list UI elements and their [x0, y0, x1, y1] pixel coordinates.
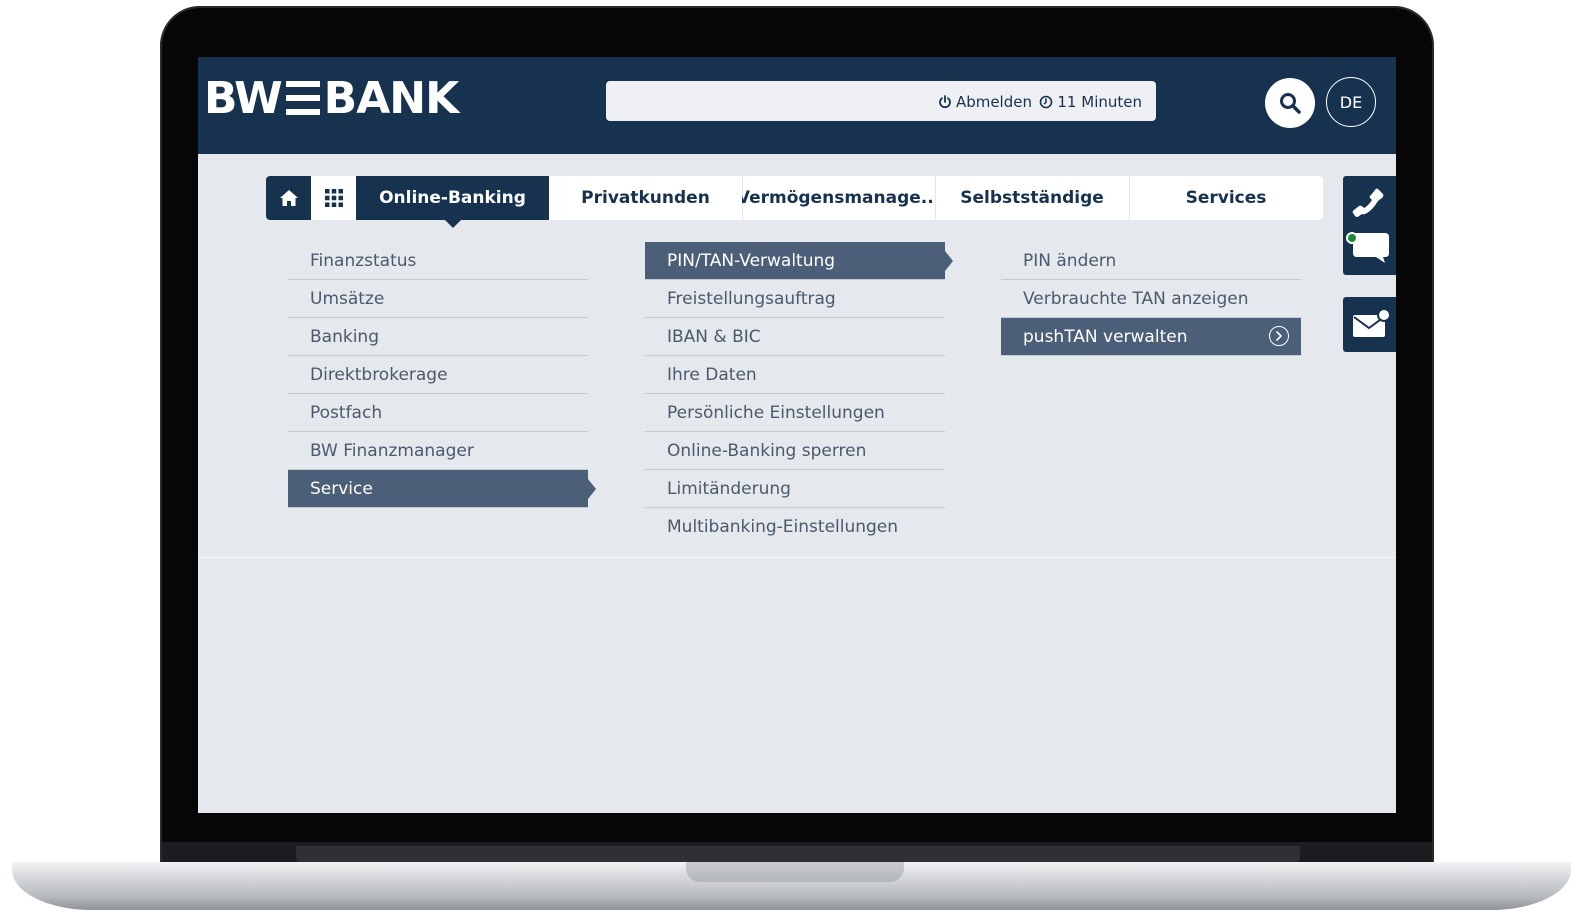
menu-item-banking[interactable]: Banking [288, 318, 588, 356]
menu-item-multibanking-einstellungen[interactable]: Multibanking-Einstellungen [645, 508, 945, 546]
session-timer-label: 11 Minuten [1057, 93, 1142, 111]
menu-item-pin-tan-verwaltung[interactable]: PIN/TAN-Verwaltung [645, 242, 953, 280]
browser-screen: BW BANK Abmelden 11 Minuten DE Online-Ba… [198, 57, 1396, 813]
bw-bank-logo[interactable]: BW BANK [204, 72, 460, 124]
mail-icon [1353, 308, 1391, 337]
search-button[interactable] [1265, 78, 1315, 128]
menu-item-verbrauchte-tan-anzeigen[interactable]: Verbrauchte TAN anzeigen [1001, 280, 1301, 318]
home-button[interactable] [266, 176, 311, 220]
menu-item-postfach[interactable]: Postfach [288, 394, 588, 432]
menu-item-persoenliche-einstellungen[interactable]: Persönliche Einstellungen [645, 394, 945, 432]
menu-item-pushtan-verwalten[interactable]: pushTAN verwalten [1001, 318, 1301, 356]
contact-sidebar[interactable] [1343, 176, 1396, 275]
laptop-hinge [296, 846, 1300, 862]
session-bar: Abmelden 11 Minuten [606, 81, 1156, 121]
tab-selbststaendige[interactable]: Selbstständige [935, 176, 1130, 220]
menu-item-finanzstatus[interactable]: Finanzstatus [288, 242, 588, 280]
menu-item-limitaenderung[interactable]: Limitänderung [645, 470, 945, 508]
menu-item-umsaetze[interactable]: Umsätze [288, 280, 588, 318]
menu-level-1: Finanzstatus Umsätze Banking Direktbroke… [288, 242, 596, 508]
logo-bars-icon [285, 81, 320, 115]
menu-item-pin-aendern[interactable]: PIN ändern [1001, 242, 1301, 280]
clock-icon [1040, 95, 1053, 109]
language-button[interactable]: DE [1326, 77, 1376, 127]
session-timer: 11 Minuten [1039, 93, 1142, 111]
search-icon [1280, 93, 1301, 114]
tab-online-banking[interactable]: Online-Banking [356, 176, 549, 228]
phone-icon [1352, 188, 1384, 217]
menu-divider [198, 557, 1396, 558]
power-icon [939, 95, 951, 109]
home-icon [279, 190, 298, 206]
online-status-indicator [1346, 232, 1358, 244]
tab-privatkunden[interactable]: Privatkunden [549, 176, 743, 220]
logo-text-right: BANK [323, 72, 460, 124]
apps-menu-button[interactable] [311, 176, 356, 220]
menu-level-2: PIN/TAN-Verwaltung Freistellungsauftrag … [645, 242, 953, 546]
logo-text-left: BW [204, 72, 283, 124]
tab-services[interactable]: Services [1129, 176, 1323, 220]
menu-level-3: PIN ändern Verbrauchte TAN anzeigen push… [1001, 242, 1301, 356]
site-header: BW BANK Abmelden 11 Minuten DE [198, 57, 1396, 154]
menu-item-ihre-daten[interactable]: Ihre Daten [645, 356, 945, 394]
menu-item-service[interactable]: Service [288, 470, 596, 508]
menu-item-direktbrokerage[interactable]: Direktbrokerage [288, 356, 588, 394]
apps-grid-icon [324, 189, 343, 207]
logout-button[interactable]: Abmelden [938, 93, 1032, 111]
menu-item-iban-bic[interactable]: IBAN & BIC [645, 318, 945, 356]
main-navigation: Online-Banking Privatkunden Vermögensman… [266, 176, 1323, 228]
laptop-notch [686, 862, 904, 882]
tab-vermoegensmanagement[interactable]: Vermögensmanage... [742, 176, 936, 220]
menu-item-freistellungsauftrag[interactable]: Freistellungsauftrag [645, 280, 945, 318]
chevron-right-circle-icon [1269, 326, 1289, 346]
mail-sidebar[interactable] [1343, 297, 1396, 352]
menu-item-online-banking-sperren[interactable]: Online-Banking sperren [645, 432, 945, 470]
menu-item-bw-finanzmanager[interactable]: BW Finanzmanager [288, 432, 588, 470]
menu-item-pushtan-label: pushTAN verwalten [1023, 326, 1188, 347]
logout-label: Abmelden [955, 93, 1032, 111]
